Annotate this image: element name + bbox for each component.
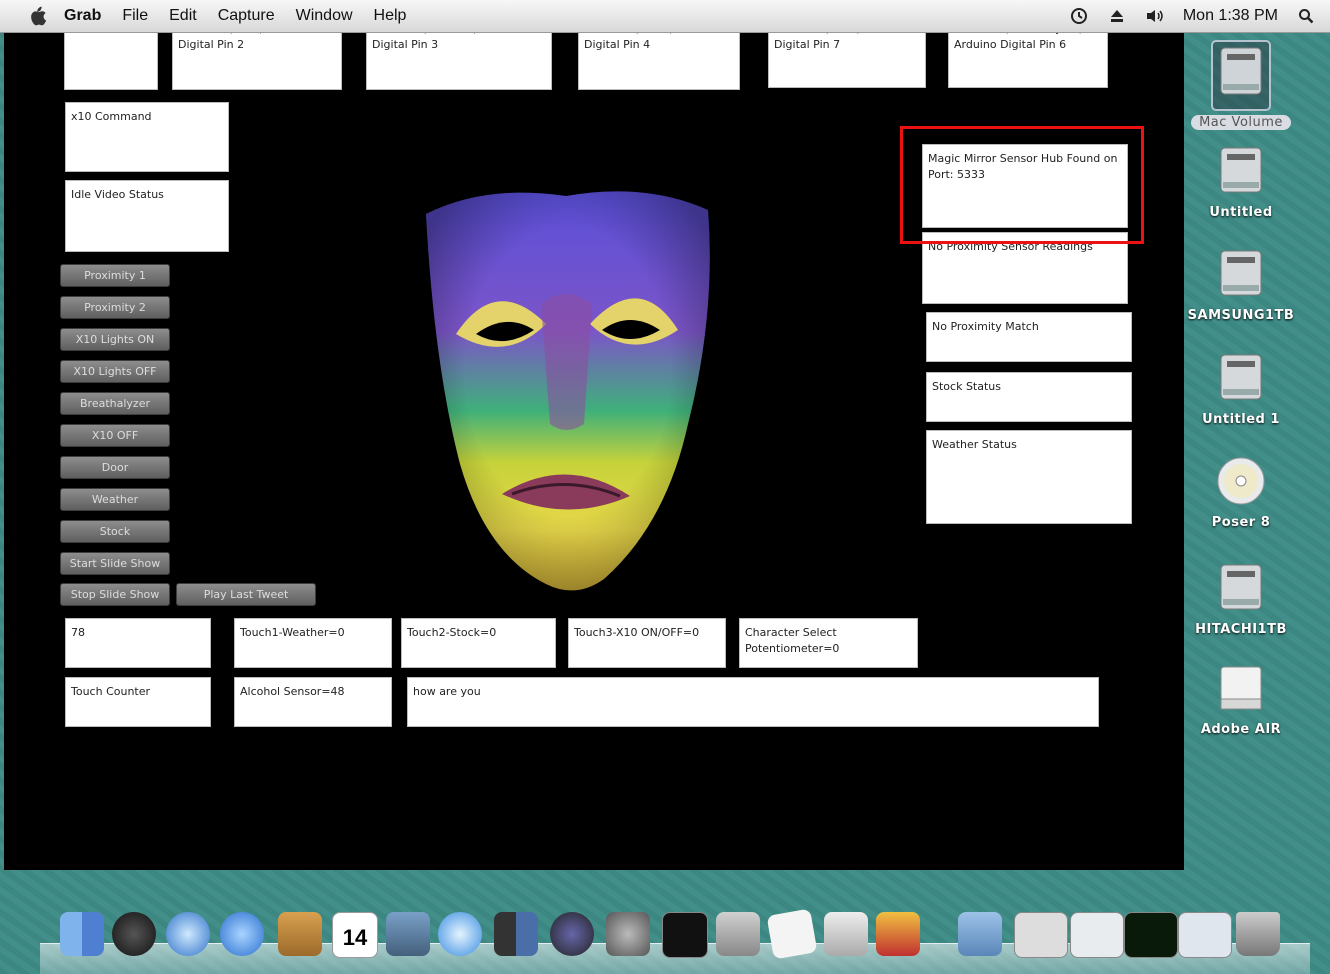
removable-drive-icon <box>1215 666 1267 717</box>
desktop-icon-untitled[interactable]: Untitled <box>1181 146 1301 221</box>
itunes-icon[interactable] <box>438 912 482 956</box>
menu-app-name[interactable]: Grab <box>64 7 101 25</box>
proximity-1-button[interactable]: Proximity 1 <box>60 264 170 287</box>
spaces-icon[interactable] <box>494 912 538 956</box>
minimized-window-3-icon[interactable] <box>1124 912 1178 958</box>
time-machine-icon[interactable] <box>550 912 594 956</box>
x10-lights-on-button[interactable]: X10 Lights ON <box>60 328 170 351</box>
apple-menu-icon[interactable] <box>26 5 48 27</box>
menubar-clock[interactable]: Mon 1:38 PM <box>1183 7 1278 25</box>
x10-command-box: x10 Command <box>65 102 229 172</box>
desktop-icon-hitachi1tb[interactable]: HITACHI1TB <box>1181 563 1301 638</box>
hard-drive-icon <box>1215 147 1267 200</box>
safari-icon[interactable] <box>166 912 210 956</box>
installer-icon[interactable] <box>716 912 760 956</box>
minimized-window-2-icon[interactable] <box>1070 912 1124 958</box>
hard-drive-icon <box>1211 40 1271 111</box>
weather-status-box: Weather Status <box>926 430 1132 524</box>
menu-window[interactable]: Window <box>296 7 353 25</box>
disc-icon <box>1215 457 1267 510</box>
proximity-2-button[interactable]: Proximity 2 <box>60 296 170 319</box>
volume-icon[interactable] <box>1145 6 1165 26</box>
x10-off-button[interactable]: X10 OFF <box>60 424 170 447</box>
breathalyzer-button[interactable]: Breathalyzer <box>60 392 170 415</box>
menu-help[interactable]: Help <box>374 7 407 25</box>
alcohol-sensor-box: Alcohol Sensor=48 <box>234 677 392 727</box>
dock: 14 <box>40 900 1310 974</box>
finder-icon[interactable] <box>60 912 104 956</box>
switch4-box: Switch 4 (Pizza) - Arduino Digital Pin 7 <box>768 32 926 88</box>
documents-folder-icon[interactable] <box>958 912 1002 956</box>
touch1-weather-box: Touch1-Weather=0 <box>234 618 392 668</box>
desktop-icon-label: Poser 8 <box>1211 515 1271 530</box>
desktop-icon-label: HITACHI1TB <box>1195 622 1287 637</box>
desktop-icon-label: Untitled <box>1209 205 1273 220</box>
magic-mirror-app-window: Version 4.0 Switch 1 (Door) - Arduino Di… <box>4 32 1184 870</box>
desktop-icon-label: Adobe AIR <box>1200 722 1282 737</box>
stock-button[interactable]: Stock <box>60 520 170 543</box>
desktop-icon-adobe-air[interactable]: Adobe AIR <box>1181 663 1301 738</box>
switch1-box: Switch 1 (Door) - Arduino Digital Pin 2 <box>172 32 342 90</box>
x10-lights-off-button[interactable]: X10 Lights OFF <box>60 360 170 383</box>
version-box: Version 4.0 <box>64 32 158 90</box>
ical-icon[interactable]: 14 <box>332 912 378 958</box>
terminal-icon[interactable] <box>662 912 708 958</box>
play-last-tweet-button[interactable]: Play Last Tweet <box>176 583 316 606</box>
minimized-window-4-icon[interactable] <box>1178 912 1232 958</box>
dashboard-icon[interactable] <box>112 912 156 956</box>
desktop-icon-samsung1tb[interactable]: SAMSUNG1TB <box>1181 249 1301 324</box>
touch2-stock-box: Touch2-Stock=0 <box>401 618 556 668</box>
door-button[interactable]: Door <box>60 456 170 479</box>
stock-status-box: Stock Status <box>926 372 1132 422</box>
character-select-box: Character Select Potentiometer=0 <box>739 618 918 668</box>
iphoto-icon[interactable] <box>386 912 430 956</box>
touch-counter-box: Touch Counter <box>65 677 211 727</box>
desktop-icon-untitled-1[interactable]: Untitled 1 <box>1181 353 1301 428</box>
desktop-icon-label: Mac Volume <box>1191 115 1291 130</box>
address-book-icon[interactable] <box>278 912 322 956</box>
desktop-icon-poser-8[interactable]: Poser 8 <box>1181 456 1301 531</box>
eject-icon[interactable] <box>1107 6 1127 26</box>
ichat-icon[interactable] <box>220 912 264 956</box>
menu-bar: Grab File Edit Capture Window Help Mon 1… <box>0 0 1330 33</box>
idle-video-status-box: Idle Video Status <box>65 180 229 252</box>
time-machine-status-icon[interactable] <box>1069 6 1089 26</box>
switch5-box: Switch 5 (Breathalyzer) - Arduino Digita… <box>948 32 1108 88</box>
spotlight-search-icon[interactable] <box>1296 6 1316 26</box>
switch3-box: Switch 3 (Stock) - Arduino Digital Pin 4 <box>578 32 740 90</box>
stop-slide-show-button[interactable]: Stop Slide Show <box>60 583 170 606</box>
menu-capture[interactable]: Capture <box>218 7 275 25</box>
minimized-window-1-icon[interactable] <box>1014 912 1068 958</box>
hard-drive-icon <box>1215 564 1267 617</box>
weather-button[interactable]: Weather <box>60 488 170 511</box>
tweet-text-box: how are you <box>407 677 1099 727</box>
menu-edit[interactable]: Edit <box>169 7 197 25</box>
textedit-icon[interactable] <box>766 908 818 960</box>
grab-icon[interactable] <box>824 912 868 956</box>
start-slide-show-button[interactable]: Start Slide Show <box>60 552 170 575</box>
trash-icon[interactable] <box>1236 912 1280 956</box>
highlight-rectangle <box>900 126 1144 244</box>
system-preferences-icon[interactable] <box>606 912 650 956</box>
menu-file[interactable]: File <box>122 7 148 25</box>
proximity-match-box: No Proximity Match <box>926 312 1132 362</box>
hard-drive-icon <box>1215 354 1267 407</box>
touch3-x10-box: Touch3-X10 ON/OFF=0 <box>568 618 726 668</box>
switch2-box: Switch 2 (Weather) - Arduino Digital Pin… <box>366 32 552 90</box>
desktop-icon-label: SAMSUNG1TB <box>1187 308 1295 323</box>
desktop-icon-mac-volume[interactable]: Mac Volume <box>1181 40 1301 131</box>
desktop-icon-label: Untitled 1 <box>1202 412 1280 427</box>
tragedy-mask-image <box>426 191 710 591</box>
counter-value-box: 78 <box>65 618 211 668</box>
poser-icon[interactable] <box>876 912 920 956</box>
hard-drive-icon <box>1215 250 1267 303</box>
